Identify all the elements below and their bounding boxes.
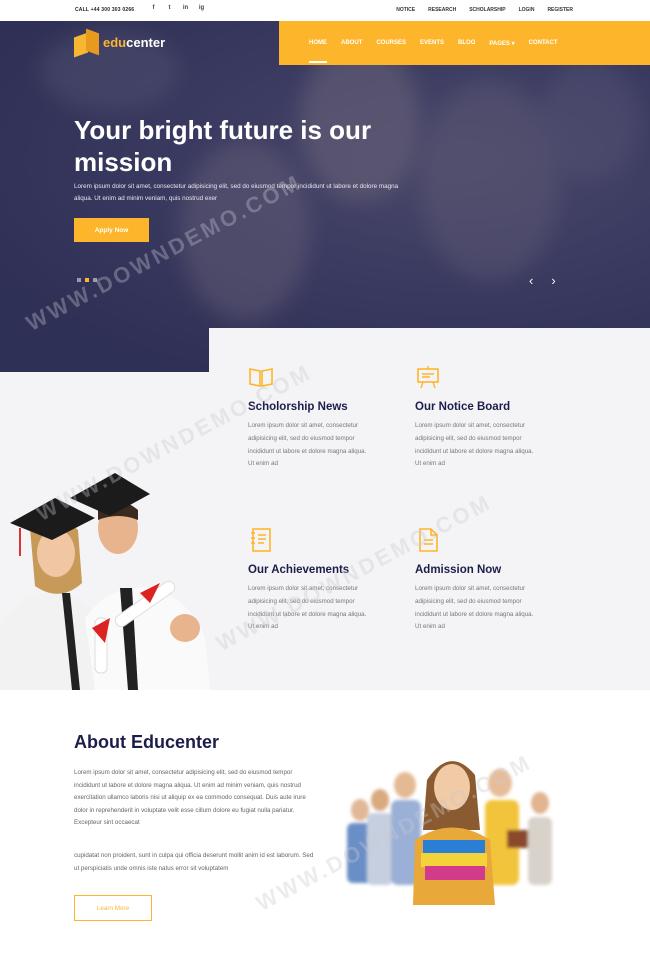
top-link-login[interactable]: LOGIN xyxy=(519,7,535,13)
top-links: NOTICE RESEARCH SCHOLARSHIP LOGIN REGIST… xyxy=(396,7,573,13)
top-link-notice[interactable]: NOTICE xyxy=(396,7,415,13)
feature-notice-board: Our Notice Board Lorem ipsum dolor sit a… xyxy=(415,364,535,471)
next-arrow-icon[interactable]: › xyxy=(551,273,555,288)
phone-number: CALL +44 300 303 0266 xyxy=(75,7,135,13)
facebook-icon[interactable]: f xyxy=(150,5,157,11)
students-image xyxy=(347,761,552,905)
slider-arrows: ‹ › xyxy=(529,273,556,288)
notebook-icon xyxy=(251,528,271,552)
feature-text: Lorem ipsum dolor sit amet, consectetur … xyxy=(248,422,367,468)
learn-more-button[interactable]: Learn More xyxy=(74,895,152,921)
about-title: About Educenter xyxy=(74,732,220,752)
nav-pages[interactable]: PAGES ▾ xyxy=(489,40,514,47)
top-bar: CALL +44 300 303 0266 f t in ig NOTICE R… xyxy=(0,0,650,21)
nav-contact[interactable]: CONTACT xyxy=(529,40,558,46)
top-link-scholarship[interactable]: SCHOLARSHIP xyxy=(469,7,505,13)
logo-text: educenter xyxy=(103,35,166,50)
nav-events[interactable]: EVENTS xyxy=(420,40,444,46)
notice-board-icon xyxy=(417,366,439,389)
feature-title: Our Notice Board xyxy=(415,401,511,413)
instagram-icon[interactable]: ig xyxy=(198,5,205,11)
logo-mark-icon xyxy=(74,28,99,58)
top-link-research[interactable]: RESEARCH xyxy=(428,7,456,13)
hero-title: Your bright future is our mission xyxy=(74,115,372,177)
top-link-register[interactable]: REGISTER xyxy=(547,7,573,13)
about-text: Lorem ipsum dolor sit amet, consectetur … xyxy=(74,769,306,827)
apply-now-button[interactable]: Apply Now xyxy=(74,218,149,242)
nav-courses[interactable]: COURSES xyxy=(376,40,406,46)
graduates-image xyxy=(0,473,210,690)
feature-text: Lorem ipsum dolor sit amet, consectetur … xyxy=(415,422,534,468)
social-links: f t in ig xyxy=(150,5,205,11)
twitter-icon[interactable]: t xyxy=(166,5,173,11)
prev-arrow-icon[interactable]: ‹ xyxy=(529,273,533,288)
feature-text: Lorem ipsum dolor sit amet, consectetur … xyxy=(415,585,534,631)
linkedin-icon[interactable]: in xyxy=(182,5,189,11)
main-nav: HOME ABOUT COURSES EVENTS BLOG PAGES ▾ C… xyxy=(279,21,650,65)
hero-slider: educenter HOME ABOUT COURSES EVENTS BLOG… xyxy=(0,21,650,372)
nav-about[interactable]: ABOUT xyxy=(341,40,362,46)
nav-home[interactable]: HOME xyxy=(309,40,327,63)
about-section: About Educenter Lorem ipsum dolor sit am… xyxy=(0,690,650,965)
site-logo[interactable]: educenter xyxy=(74,28,166,58)
about-text-2: cupidatat non proident, sunt in culpa qu… xyxy=(74,852,314,872)
nav-blog[interactable]: BLOG xyxy=(458,40,475,46)
feature-title: Admission Now xyxy=(415,564,502,576)
